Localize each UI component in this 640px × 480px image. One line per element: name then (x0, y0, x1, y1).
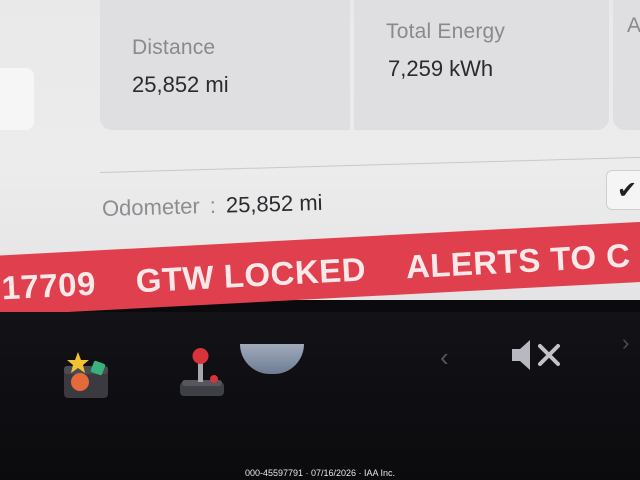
distance-label: Distance (132, 36, 216, 59)
toybox-icon[interactable] (62, 350, 110, 400)
joystick-icon[interactable] (176, 346, 228, 398)
total-energy-label: Total Energy (386, 20, 506, 43)
distance-value: 25,852 mi (132, 72, 229, 97)
checkmark-icon: ✔ (616, 176, 638, 204)
odometer-row: Odometer:25,852 mi (102, 190, 323, 222)
app-icon-partial[interactable] (240, 344, 304, 374)
odometer-separator: : (209, 192, 217, 218)
divider (99, 156, 640, 173)
banner-item-alerts: ALERTS TO C (404, 236, 632, 286)
checkbox[interactable]: ✔ (606, 170, 640, 210)
extra-card: A (613, 0, 640, 130)
mute-icon[interactable] (510, 338, 566, 372)
chevron-left-icon[interactable]: ‹ (440, 342, 449, 373)
banner-item-gtw-locked: GTW LOCKED (134, 250, 367, 300)
odometer-value: 25,852 mi (225, 189, 323, 218)
image-watermark: 000-45597791 · 07/16/2026 · IAA Inc. (244, 468, 396, 478)
chevron-right-icon[interactable]: › (622, 330, 629, 356)
app-dock: ‹ › (0, 312, 640, 480)
side-tab[interactable] (0, 68, 34, 130)
odometer-label: Odometer (101, 193, 201, 221)
total-energy-card: Total Energy 7,259 kWh (354, 0, 609, 130)
total-energy-value: 7,259 kWh (388, 56, 494, 81)
banner-item-vin: 17709 (0, 264, 97, 307)
extra-card-label: A (627, 14, 640, 37)
distance-card: Distance 25,852 mi (100, 0, 350, 130)
